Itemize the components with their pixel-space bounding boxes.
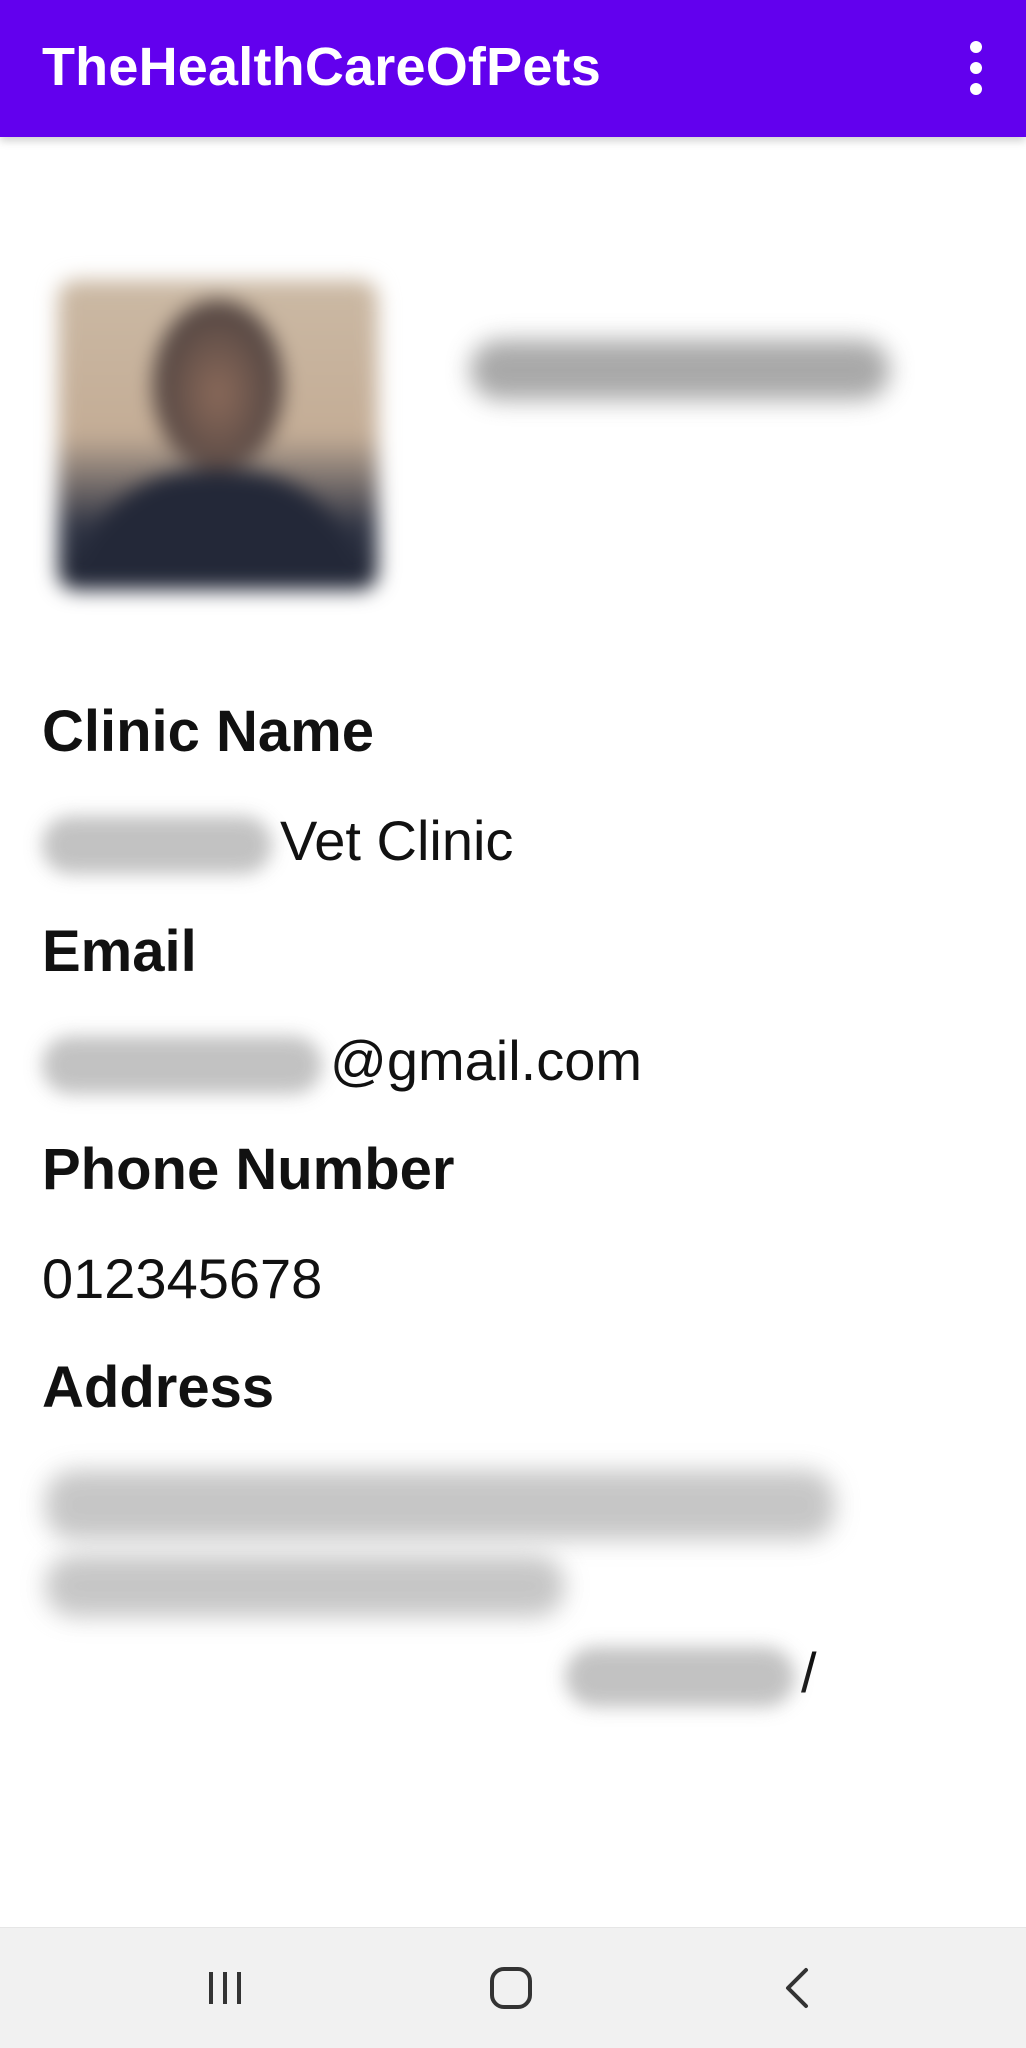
clinic-name-label: Clinic Name: [42, 699, 374, 764]
redacted-text: [42, 1036, 322, 1095]
redacted-address-line: [45, 1555, 565, 1617]
menu-dot: [970, 83, 982, 95]
recent-apps-icon[interactable]: [180, 1948, 270, 2028]
address-tail: /: [565, 1640, 817, 1710]
app-title: TheHealthCareOfPets: [42, 37, 601, 97]
system-navigation-bar: [0, 1927, 1026, 2048]
email-value: @gmail.com: [42, 1028, 643, 1095]
app-bar: TheHealthCareOfPets: [0, 0, 1026, 137]
menu-dot: [970, 41, 982, 53]
blurred-display-name: [470, 340, 890, 400]
email-label: Email: [42, 919, 197, 984]
clinic-name-text: Vet Clinic: [280, 809, 514, 872]
address-label: Address: [42, 1355, 275, 1420]
profile-photo: [58, 280, 378, 590]
menu-dot: [970, 62, 982, 74]
phone-number-label: Phone Number: [42, 1137, 455, 1202]
redacted-address-line: [45, 1470, 835, 1540]
redacted-text: [42, 816, 272, 875]
address-suffix: /: [801, 1641, 817, 1704]
back-icon[interactable]: [752, 1948, 842, 2028]
avatar-body: [78, 470, 358, 590]
phone-number-value: 012345678: [42, 1247, 323, 1310]
clinic-name-value: Vet Clinic: [42, 808, 514, 875]
more-vert-icon[interactable]: [948, 36, 1004, 100]
home-icon[interactable]: [466, 1948, 556, 2028]
email-domain-text: @gmail.com: [330, 1029, 643, 1092]
redacted-text: [565, 1647, 795, 1708]
avatar-head: [153, 300, 283, 470]
